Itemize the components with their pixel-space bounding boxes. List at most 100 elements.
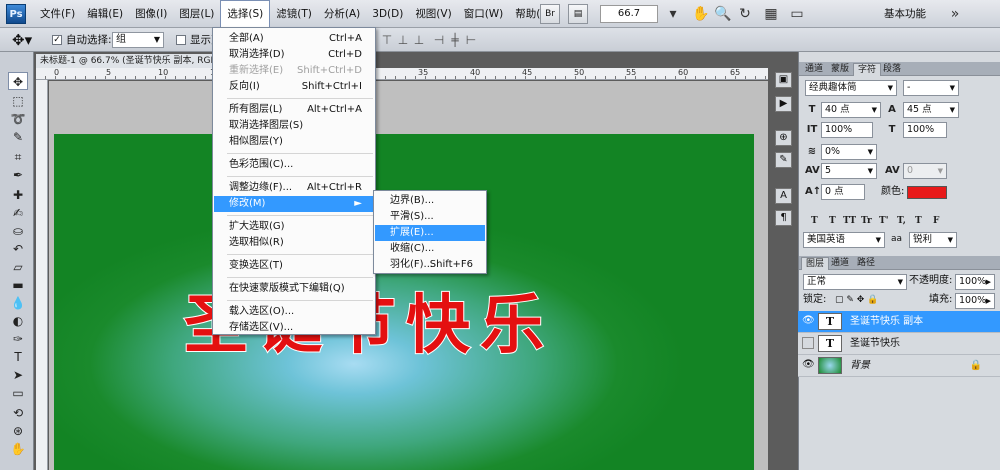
actions-panel-icon[interactable]: ▶ bbox=[775, 96, 792, 112]
hand-tool-icon[interactable]: ✋ bbox=[692, 5, 710, 23]
paragraph-panel-icon[interactable]: ¶ bbox=[775, 210, 792, 226]
select-menu-item[interactable]: 变换选区(T) bbox=[214, 258, 374, 274]
select-menu-item[interactable]: 修改(M) ► bbox=[214, 196, 374, 212]
select-menu-item[interactable]: 取消选择图层(S) bbox=[214, 118, 374, 134]
panel-tab[interactable]: 路径 bbox=[853, 257, 879, 270]
eye-hidden-icon[interactable] bbox=[802, 337, 814, 349]
menu-item-6[interactable]: 分析(A) bbox=[318, 0, 366, 28]
text-color-swatch[interactable] bbox=[907, 186, 947, 199]
eraser-tool-icon[interactable]: ▱ bbox=[8, 258, 28, 276]
text-format-button[interactable]: T' bbox=[879, 214, 888, 228]
font-size-field[interactable]: 40 点 ▼ bbox=[821, 102, 881, 118]
type-tool-icon[interactable]: T bbox=[8, 348, 28, 366]
select-menu-item[interactable]: 载入选区(O)... bbox=[214, 304, 374, 320]
workspace-switcher[interactable]: 基本功能 bbox=[884, 0, 926, 28]
modify-submenu-item[interactable]: 平滑(S)... bbox=[375, 209, 485, 225]
select-menu-item[interactable]: 重新选择(E) Shift+Ctrl+D bbox=[214, 63, 374, 79]
move-tool-icon[interactable]: ✥ bbox=[8, 72, 28, 90]
menu-item-3[interactable]: 图层(L) bbox=[173, 0, 220, 28]
select-menu-item[interactable]: 相似图层(Y) bbox=[214, 134, 374, 150]
select-menu-item[interactable]: 扩大选取(G) bbox=[214, 219, 374, 235]
panel-tab[interactable]: 字符 bbox=[853, 63, 882, 76]
path-select-tool-icon[interactable]: ➤ bbox=[8, 366, 28, 384]
layer-row[interactable]: T 圣诞节快乐 bbox=[798, 333, 1000, 355]
clone-source-icon[interactable]: ⊕ bbox=[775, 130, 792, 146]
hand-tool-icon[interactable]: ✋ bbox=[8, 440, 28, 458]
panel-tab[interactable]: 图层 bbox=[801, 257, 830, 270]
workspace-chevron-icon[interactable]: » bbox=[946, 5, 964, 23]
select-menu-item[interactable]: 存储选区(V)... bbox=[214, 320, 374, 336]
clone-stamp-tool-icon[interactable]: ⛀ bbox=[8, 222, 28, 240]
menu-item-5[interactable]: 滤镜(T) bbox=[270, 0, 318, 28]
align-left-icon[interactable]: ⊣ bbox=[432, 33, 446, 47]
shape-tool-icon[interactable]: ▭ bbox=[8, 384, 28, 402]
character-panel-icon[interactable]: A bbox=[775, 188, 792, 204]
text-format-button[interactable]: T bbox=[915, 214, 922, 228]
text-format-button[interactable]: T bbox=[829, 214, 836, 228]
document-canvas[interactable]: 圣诞节快乐 bbox=[54, 134, 754, 470]
move-tool-preset-icon[interactable]: ✥▾ bbox=[12, 31, 32, 49]
auto-select-checkbox[interactable]: ✓ bbox=[52, 35, 62, 45]
select-menu-item[interactable]: 选取相似(R) bbox=[214, 235, 374, 251]
3d-orbit-tool-icon[interactable]: ⊛ bbox=[8, 422, 28, 440]
3d-rotate-tool-icon[interactable]: ⟲ bbox=[8, 404, 28, 422]
rotate-view-icon[interactable]: ↻ bbox=[736, 5, 754, 23]
crop-tool-icon[interactable]: ⌗ bbox=[8, 148, 28, 166]
show-transform-checkbox[interactable] bbox=[176, 35, 186, 45]
panel-tab[interactable]: 通道 bbox=[827, 257, 853, 270]
text-format-button[interactable]: T, bbox=[897, 214, 906, 228]
panel-tab[interactable]: 段落 bbox=[879, 63, 905, 76]
auto-select-dropdown[interactable]: 组 ▼ bbox=[112, 32, 164, 48]
marquee-tool-icon[interactable]: ⬚ bbox=[8, 92, 28, 110]
font-style-select[interactable]: - ▼ bbox=[903, 80, 959, 96]
modify-submenu-item[interactable]: 收缩(C)... bbox=[375, 241, 485, 257]
blend-mode-select[interactable]: 正常 ▼ bbox=[803, 274, 907, 290]
text-format-button[interactable]: T bbox=[811, 214, 818, 228]
panel-tab[interactable]: 通道 bbox=[801, 63, 827, 76]
blur-tool-icon[interactable]: 💧 bbox=[8, 294, 28, 312]
lock-options-icon[interactable]: ▢ ✎ ✥ 🔒 bbox=[835, 293, 878, 307]
zoom-dropdown-icon[interactable]: ▾ bbox=[664, 5, 682, 23]
select-menu-item[interactable]: 色彩范围(C)... bbox=[214, 157, 374, 173]
align-right-icon[interactable]: ⊢ bbox=[464, 33, 478, 47]
healing-brush-tool-icon[interactable]: ✚ bbox=[8, 186, 28, 204]
baseline-shift-field[interactable]: 0 点 bbox=[821, 184, 865, 200]
history-panel-icon[interactable]: ▣ bbox=[775, 72, 792, 88]
select-menu-item[interactable]: 调整边缘(F)... Alt+Ctrl+R bbox=[214, 180, 374, 196]
align-vcenter-icon[interactable]: ⊥ bbox=[396, 33, 410, 47]
horizontal-scale-field[interactable]: 100% bbox=[903, 122, 947, 138]
eyedropper-tool-icon[interactable]: ✒ bbox=[8, 166, 28, 184]
menu-item-0[interactable]: 文件(F) bbox=[34, 0, 81, 28]
brush-tool-icon[interactable]: ✍ bbox=[8, 204, 28, 222]
zoom-tool-icon[interactable]: 🔍 bbox=[714, 5, 732, 23]
menu-item-9[interactable]: 窗口(W) bbox=[458, 0, 510, 28]
antialias-select[interactable]: 锐利 ▼ bbox=[909, 232, 957, 248]
vertical-scale-field[interactable]: 100% bbox=[821, 122, 873, 138]
tsume-field[interactable]: 0% ▼ bbox=[821, 144, 877, 160]
history-brush-tool-icon[interactable]: ↶ bbox=[8, 240, 28, 258]
minibridge-button[interactable]: ▤ bbox=[568, 4, 588, 24]
select-menu-item[interactable]: 全部(A) Ctrl+A bbox=[214, 31, 374, 47]
eye-icon[interactable]: 👁 bbox=[802, 315, 815, 327]
eye-icon[interactable]: 👁 bbox=[802, 359, 815, 371]
document-tab[interactable]: 未标题-1 @ 66.7% (圣诞节快乐 副本, RGB/8) bbox=[36, 54, 216, 68]
arrange-documents-icon[interactable]: ▦ bbox=[762, 5, 780, 23]
menu-item-8[interactable]: 视图(V) bbox=[409, 0, 457, 28]
menu-item-7[interactable]: 3D(D) bbox=[366, 0, 409, 28]
lasso-tool-icon[interactable]: ➰ bbox=[8, 110, 28, 128]
text-format-button[interactable]: F bbox=[933, 214, 939, 228]
layer-row[interactable]: 👁 T 圣诞节快乐 副本 bbox=[798, 311, 1000, 333]
select-menu-item[interactable]: 取消选择(D) Ctrl+D bbox=[214, 47, 374, 63]
align-top-icon[interactable]: ⊤ bbox=[380, 33, 394, 47]
tracking-field[interactable]: 5 ▼ bbox=[821, 163, 877, 179]
zoom-level[interactable]: 66.7 bbox=[600, 5, 658, 23]
pen-tool-icon[interactable]: ✑ bbox=[8, 330, 28, 348]
align-bottom-icon[interactable]: ⊥ bbox=[412, 33, 426, 47]
select-menu-item[interactable]: 所有图层(L) Alt+Ctrl+A bbox=[214, 102, 374, 118]
menu-item-1[interactable]: 编辑(E) bbox=[81, 0, 129, 28]
screen-mode-icon[interactable]: ▭ bbox=[788, 5, 806, 23]
font-family-select[interactable]: 经典趣体简 ▼ bbox=[805, 80, 897, 96]
leading-field[interactable]: 45 点 ▼ bbox=[903, 102, 959, 118]
fill-field[interactable]: 100% ▶ bbox=[955, 293, 995, 309]
text-format-button[interactable]: TT bbox=[843, 214, 856, 228]
